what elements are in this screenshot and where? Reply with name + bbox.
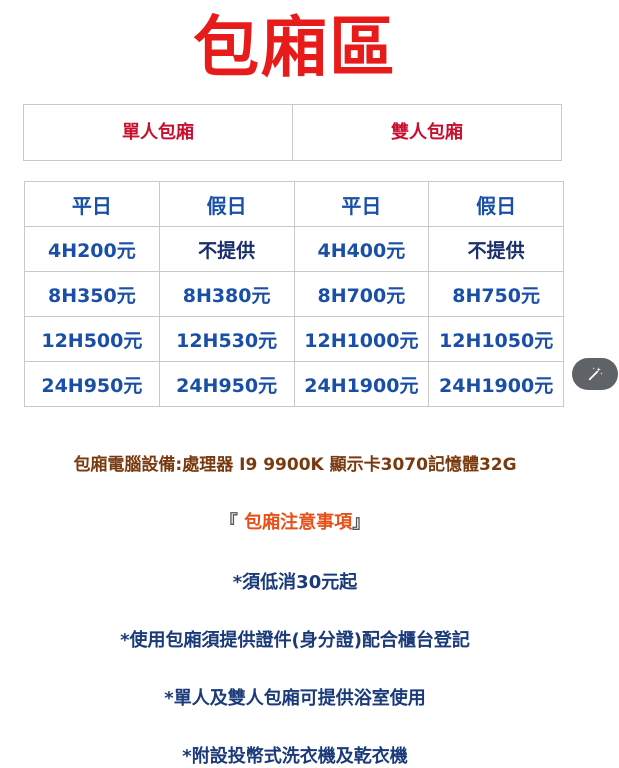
header-weekday-double: 平日: [293, 181, 430, 227]
table-row: 12H500元 12H530元 12H1000元 12H1050元: [24, 316, 564, 362]
rule-laundry: *附設投幣式洗衣機及乾衣機: [182, 746, 408, 767]
edit-image-button[interactable]: [572, 358, 618, 390]
table-cell: 24H950元: [158, 361, 295, 407]
notice-heading: 『 包廂注意事項』: [0, 508, 590, 534]
room-type-row: 單人包廂 雙人包廂: [23, 104, 562, 161]
rule-id-registration: *使用包廂須提供證件(身分證)配合櫃台登記: [120, 630, 470, 651]
header-weekday-single: 平日: [24, 181, 160, 227]
table-row: 24H950元 24H950元 24H1900元 24H1900元: [24, 361, 564, 407]
magic-wand-icon: [588, 367, 603, 381]
room-type-table: 單人包廂 雙人包廂: [23, 104, 562, 161]
header-holiday-single: 假日: [158, 181, 295, 227]
room-type-single: 單人包廂: [23, 104, 293, 161]
table-cell: 12H500元: [24, 316, 160, 362]
header-holiday-double: 假日: [428, 181, 564, 227]
notice-close-bracket: 』: [352, 512, 371, 533]
table-row: 4H200元 不提供 4H400元 不提供: [24, 226, 564, 272]
table-cell: 不提供: [428, 226, 564, 272]
table-cell: 12H1000元: [293, 316, 430, 362]
notice-open-bracket: 『: [219, 512, 238, 533]
price-table: 平日 假日 平日 假日 4H200元 不提供 4H400元 不提供 8H350元…: [24, 181, 564, 407]
table-cell: 4H200元: [24, 226, 160, 272]
equipment-info: 包廂電腦設備:處理器 I9 9900K 顯示卡3070記憶體32G: [73, 455, 517, 475]
table-cell: 8H750元: [428, 271, 564, 317]
table-cell: 24H1900元: [428, 361, 564, 407]
table-cell: 24H1900元: [293, 361, 430, 407]
table-row: 8H350元 8H380元 8H700元 8H750元: [24, 271, 564, 317]
page-title: 包廂區: [193, 9, 397, 86]
table-cell: 4H400元: [293, 226, 430, 272]
rule-bathroom: *單人及雙人包廂可提供浴室使用: [164, 688, 426, 709]
table-cell: 24H950元: [24, 361, 160, 407]
price-table-header-row: 平日 假日 平日 假日: [24, 181, 564, 227]
table-cell: 不提供: [158, 226, 295, 272]
table-cell: 12H1050元: [428, 316, 564, 362]
table-cell: 8H350元: [24, 271, 160, 317]
notice-title: 包廂注意事項: [237, 512, 353, 533]
table-cell: 8H700元: [293, 271, 430, 317]
rule-minimum-spend: *須低消30元起: [232, 572, 358, 593]
room-type-double: 雙人包廂: [292, 104, 562, 161]
table-cell: 12H530元: [158, 316, 295, 362]
table-cell: 8H380元: [158, 271, 295, 317]
